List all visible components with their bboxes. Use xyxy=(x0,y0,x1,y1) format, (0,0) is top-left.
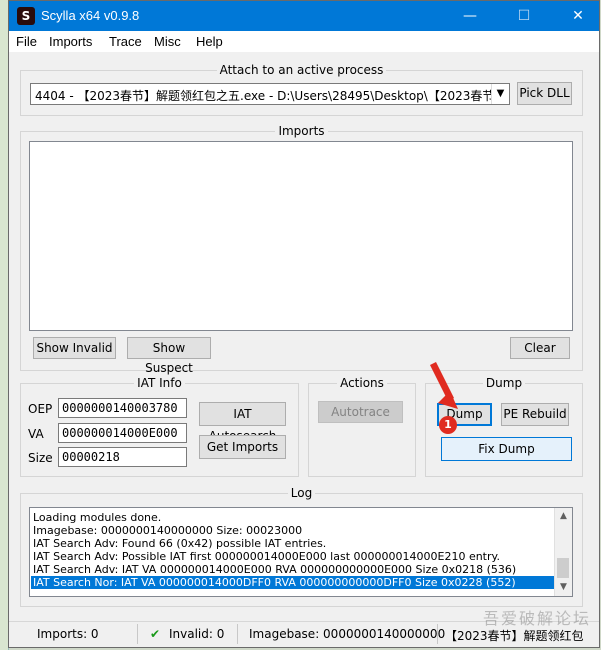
scroll-up-icon[interactable]: ▲ xyxy=(555,508,572,525)
iat-info-group-title: IAT Info xyxy=(134,376,185,390)
oep-label: OEP xyxy=(28,402,53,416)
menu-imports[interactable]: Imports xyxy=(49,34,92,49)
check-icon: ✔ xyxy=(150,627,161,641)
status-module: 【2023春节】解题领红包 xyxy=(445,629,584,643)
pick-dll-button[interactable]: Pick DLL xyxy=(517,82,572,105)
log-line[interactable]: IAT Search Adv: Possible IAT first 00000… xyxy=(33,550,500,563)
scroll-thumb[interactable] xyxy=(557,558,569,578)
menu-misc[interactable]: Misc xyxy=(154,34,181,49)
va-label: VA xyxy=(28,427,44,441)
attach-group-title: Attach to an active process xyxy=(216,63,387,77)
maximize-button[interactable]: ☐ xyxy=(501,1,547,31)
pe-rebuild-button[interactable]: PE Rebuild xyxy=(501,403,569,426)
process-dropdown[interactable]: 4404 - 【2023春节】解题领红包之五.exe - D:\Users\28… xyxy=(30,83,510,105)
annotation-badge: 1 xyxy=(439,416,457,434)
imports-group-title: Imports xyxy=(275,124,328,138)
va-field[interactable]: 000000014000E000 xyxy=(58,423,187,443)
log-scrollbar[interactable]: ▲ ▼ xyxy=(554,508,572,596)
scylla-app-icon: S xyxy=(17,7,35,25)
title-bar[interactable]: S Scylla x64 v0.9.8 — ☐ ✕ xyxy=(9,1,599,31)
status-imports: Imports: 0 xyxy=(37,627,99,641)
get-imports-button[interactable]: Get Imports xyxy=(199,435,286,459)
watermark: 吾爱破解论坛 xyxy=(483,609,592,628)
show-invalid-button[interactable]: Show Invalid xyxy=(33,337,116,359)
log-line[interactable]: IAT Search Adv: IAT VA 000000014000E000 … xyxy=(33,563,516,576)
status-invalid: Invalid: 0 xyxy=(169,627,225,641)
fix-dump-button[interactable]: Fix Dump xyxy=(441,437,572,461)
oep-field[interactable]: 0000000140003780 xyxy=(58,398,187,418)
menu-bar: File Imports Trace Misc Help xyxy=(9,31,599,52)
chevron-down-icon[interactable]: ▼ xyxy=(491,84,509,104)
menu-help[interactable]: Help xyxy=(196,34,223,49)
scylla-window: S Scylla x64 v0.9.8 — ☐ ✕ File Imports T… xyxy=(8,0,600,648)
actions-group: Actions xyxy=(308,376,416,477)
log-line[interactable]: IAT Search Adv: Found 66 (0x42) possible… xyxy=(33,537,326,550)
log-line-selected[interactable]: IAT Search Nor: IAT VA 000000014000DFF0 … xyxy=(31,576,556,589)
clear-button[interactable]: Clear xyxy=(510,337,570,359)
iat-autosearch-button[interactable]: IAT Autosearch xyxy=(199,402,286,443)
size-label: Size xyxy=(28,451,53,465)
minimize-button[interactable]: — xyxy=(447,1,493,31)
dump-group-title: Dump xyxy=(482,376,526,390)
close-button[interactable]: ✕ xyxy=(555,1,599,31)
status-imagebase: Imagebase: 0000000140000000 xyxy=(249,627,446,641)
size-field[interactable]: 00000218 xyxy=(58,447,187,467)
process-dropdown-value: 4404 - 【2023春节】解题领红包之五.exe - D:\Users\28… xyxy=(35,89,509,103)
log-listbox[interactable]: Loading modules done. Imagebase: 0000000… xyxy=(29,507,573,597)
actions-group-title: Actions xyxy=(337,376,387,390)
menu-trace[interactable]: Trace xyxy=(109,34,142,49)
autotrace-button[interactable]: Autotrace xyxy=(318,401,403,423)
menu-file[interactable]: File xyxy=(16,34,37,49)
log-line[interactable]: Imagebase: 0000000140000000 Size: 000230… xyxy=(33,524,302,537)
scroll-down-icon[interactable]: ▼ xyxy=(555,579,572,596)
imports-tree[interactable] xyxy=(29,141,573,331)
window-title: Scylla x64 v0.9.8 xyxy=(41,8,140,23)
log-line[interactable]: Loading modules done. xyxy=(33,511,161,524)
annotation-arrow-icon xyxy=(430,362,458,409)
show-suspect-button[interactable]: Show Suspect xyxy=(127,337,211,375)
log-group-title: Log xyxy=(287,486,316,500)
